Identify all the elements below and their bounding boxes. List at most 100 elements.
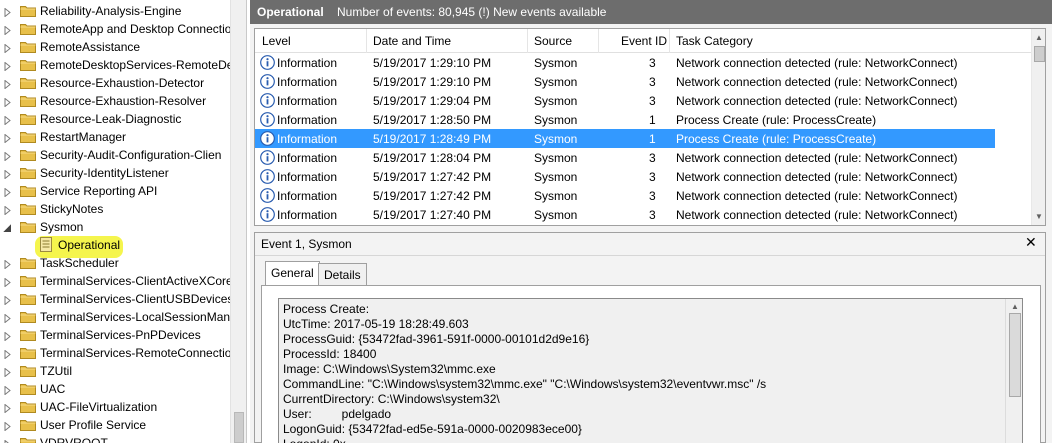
tree-item[interactable]: TZUtil	[0, 362, 230, 380]
tab-general[interactable]: General	[265, 261, 320, 286]
triangle-right-icon[interactable]	[3, 402, 12, 414]
tree-item[interactable]: Security-Audit-Configuration-Clien	[0, 146, 230, 164]
grid-scrollbar[interactable]: ▲ ▼	[1031, 29, 1045, 225]
column-header-event-id[interactable]: Event ID	[621, 34, 667, 48]
cell-event-id: 3	[649, 75, 656, 89]
description-scrollbar[interactable]: ▲	[1005, 299, 1022, 443]
grid-scrollbar-thumb[interactable]	[1034, 46, 1045, 62]
tree-item[interactable]: Resource-Exhaustion-Resolver	[0, 92, 230, 110]
description-line: User: pdelgado	[283, 407, 392, 421]
tree-item-label: TaskScheduler	[40, 256, 119, 270]
table-row[interactable]: Information 5/19/2017 1:27:42 PM Sysmon 3 Ne…	[255, 186, 995, 205]
column-header-task-category[interactable]: Task Category	[676, 34, 753, 48]
tree-item[interactable]: TerminalServices-LocalSessionMana	[0, 308, 237, 326]
triangle-right-icon[interactable]	[3, 24, 12, 36]
table-row[interactable]: Information 5/19/2017 1:28:50 PM Sysmon 1 Pr…	[255, 110, 995, 129]
cell-event-id: 3	[649, 170, 656, 184]
triangle-right-icon[interactable]	[3, 6, 12, 18]
column-header-level[interactable]: Level	[262, 34, 291, 48]
triangle-right-icon[interactable]	[3, 258, 12, 270]
column-header-date-time[interactable]: Date and Time	[373, 34, 451, 48]
triangle-right-icon[interactable]	[3, 114, 12, 126]
tree-item[interactable]: User Profile Service	[0, 416, 230, 434]
tree-item[interactable]: RemoteAssistance	[0, 38, 230, 56]
table-row[interactable]: Information 5/19/2017 1:29:04 PM Sysmon 3 Ne…	[255, 91, 995, 110]
table-row[interactable]: Information 5/19/2017 1:29:10 PM Sysmon 3 Ne…	[255, 72, 995, 91]
folder-icon	[20, 221, 36, 233]
tree-item[interactable]: StickyNotes	[0, 200, 230, 218]
cell-level: Information	[277, 170, 338, 184]
scroll-up-icon[interactable]: ▲	[1035, 33, 1043, 42]
triangle-right-icon[interactable]	[3, 312, 12, 324]
table-row[interactable]: Information 5/19/2017 1:29:10 PM Sysmon 3 Ne…	[255, 53, 995, 72]
triangle-right-icon[interactable]	[3, 168, 12, 180]
folder-icon	[20, 293, 36, 305]
column-separator[interactable]	[366, 29, 367, 53]
event-description-box[interactable]: Process Create: UtcTime: 2017-05-19 18:28…	[278, 298, 1023, 443]
scroll-up-icon[interactable]: ▲	[1011, 302, 1019, 311]
description-line: CommandLine: "C:\Windows\system32\mmc.ex…	[283, 377, 767, 391]
log-header-bar: Operational Number of events: 80,945 (!)…	[250, 0, 1052, 24]
tree-item[interactable]: VDRVROOT	[0, 434, 230, 443]
column-separator[interactable]	[669, 29, 670, 53]
events-grid: Level Date and Time Source Event ID Task…	[254, 28, 1046, 226]
tree-item[interactable]: UAC	[0, 380, 230, 398]
tree-item[interactable]: Resource-Leak-Diagnostic	[0, 110, 230, 128]
tree-item[interactable]: TerminalServices-ClientActiveXCore	[0, 272, 233, 290]
folder-icon	[20, 401, 36, 413]
cell-source: Sysmon	[534, 56, 578, 70]
table-row[interactable]: Information 5/19/2017 1:27:40 PM Sysmon 3 Ne…	[255, 205, 995, 224]
tree-item[interactable]: Sysmon	[0, 218, 230, 236]
column-header-source[interactable]: Source	[534, 34, 572, 48]
description-line: Image: C:\Windows\System32\mmc.exe	[283, 362, 496, 376]
tree-item[interactable]: TerminalServices-RemoteConnectio	[0, 344, 231, 362]
cell-date-time: 5/19/2017 1:29:10 PM	[373, 75, 492, 89]
triangle-right-icon[interactable]	[3, 186, 12, 198]
tree-item-label: Resource-Leak-Diagnostic	[40, 112, 182, 126]
tree-item[interactable]: Security-IdentityListener	[0, 164, 230, 182]
table-row[interactable]: Information 5/19/2017 1:28:04 PM Sysmon 3 Ne…	[255, 148, 995, 167]
tree-item[interactable]: RestartManager	[0, 128, 230, 146]
tree-scrollbar-thumb[interactable]	[234, 412, 244, 443]
triangle-right-icon[interactable]	[3, 420, 12, 432]
folder-icon	[20, 329, 36, 341]
cell-event-id: 3	[649, 189, 656, 203]
tree-item[interactable]: UAC-FileVirtualization	[0, 398, 230, 416]
tree-item[interactable]: Reliability-Analysis-Engine	[0, 2, 230, 20]
triangle-right-icon[interactable]	[3, 60, 12, 72]
column-separator[interactable]	[598, 29, 599, 53]
tree-item[interactable]: TerminalServices-PnPDevices	[0, 326, 230, 344]
triangle-right-icon[interactable]	[3, 348, 12, 360]
triangle-right-icon[interactable]	[3, 384, 12, 396]
triangle-right-icon[interactable]	[3, 438, 12, 443]
triangle-right-icon[interactable]	[3, 132, 12, 144]
triangle-right-icon[interactable]	[3, 204, 12, 216]
scroll-down-icon[interactable]: ▼	[1035, 212, 1043, 221]
triangle-right-icon[interactable]	[3, 150, 12, 162]
tree-item[interactable]: RemoteApp and Desktop Connectio	[0, 20, 231, 38]
tree-item[interactable]: Service Reporting API	[0, 182, 230, 200]
table-row[interactable]: Information 5/19/2017 1:27:42 PM Sysmon 3 Ne…	[255, 167, 995, 186]
tree-item[interactable]: RemoteDesktopServices-RemoteDes	[0, 56, 239, 74]
tree-item[interactable]: Resource-Exhaustion-Detector	[0, 74, 230, 92]
tree-item[interactable]: TerminalServices-ClientUSBDevices	[0, 290, 233, 308]
triangle-down-icon[interactable]	[3, 222, 12, 232]
tree-scrollbar[interactable]	[230, 0, 246, 443]
triangle-right-icon[interactable]	[3, 294, 12, 306]
triangle-right-icon[interactable]	[3, 276, 12, 288]
general-tab-panel: Process Create: UtcTime: 2017-05-19 18:28…	[261, 285, 1041, 443]
information-icon	[260, 188, 275, 203]
triangle-right-icon[interactable]	[3, 78, 12, 90]
triangle-right-icon[interactable]	[3, 96, 12, 108]
column-separator[interactable]	[527, 29, 528, 53]
triangle-right-icon[interactable]	[3, 330, 12, 342]
description-scrollbar-thumb[interactable]	[1009, 313, 1021, 397]
table-row[interactable]: Information 5/19/2017 1:28:49 PM Sysmon 1 Pr…	[255, 129, 995, 148]
triangle-right-icon[interactable]	[3, 42, 12, 54]
tree-item-label: Resource-Exhaustion-Resolver	[40, 94, 207, 108]
tab-details[interactable]: Details	[318, 263, 367, 285]
close-icon[interactable]: ✕	[1025, 234, 1037, 251]
triangle-right-icon[interactable]	[3, 366, 12, 378]
tree-item[interactable]: Operational	[0, 236, 230, 254]
tree-item[interactable]: TaskScheduler	[0, 254, 230, 272]
